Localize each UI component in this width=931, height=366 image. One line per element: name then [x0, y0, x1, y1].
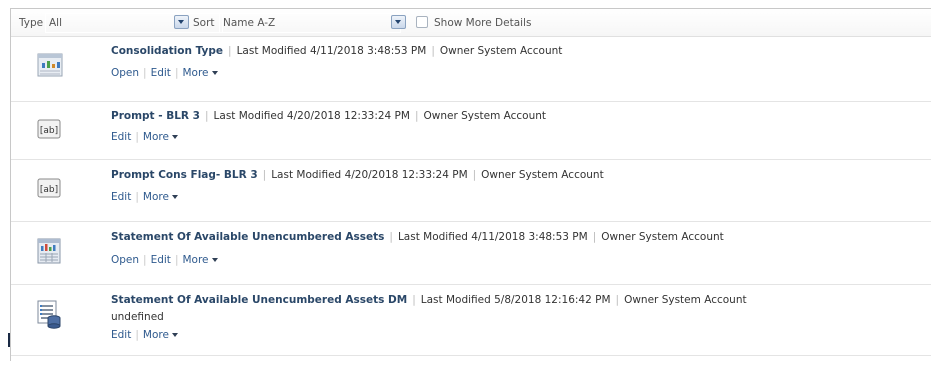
item-title[interactable]: Prompt - BLR 3: [111, 110, 200, 122]
open-link[interactable]: Open: [111, 254, 139, 266]
item-actions: Edit | More: [111, 131, 178, 143]
item-title[interactable]: Prompt Cons Flag- BLR 3: [111, 169, 258, 181]
list-item: [ab] Prompt Cons Flag- BLR 3 | Last Modifi…: [11, 160, 931, 222]
type-dropdown-chevron-icon[interactable]: [174, 15, 189, 29]
owner-value: System Account: [661, 294, 747, 306]
more-menu[interactable]: More: [182, 254, 218, 266]
more-label: More: [142, 329, 169, 341]
last-modified-label: Last Modified: [236, 45, 307, 57]
last-modified-value: 5/8/2018 12:16:42 PM: [494, 294, 611, 306]
show-more-details-checkbox[interactable]: [416, 16, 428, 28]
svg-text:[ab]: [ab]: [40, 185, 58, 195]
item-title[interactable]: Statement Of Available Unencumbered Asse…: [111, 231, 384, 243]
item-meta-line: Prompt - BLR 3 | Last Modified 4/20/2018 1…: [111, 110, 547, 122]
more-menu[interactable]: More: [143, 131, 178, 143]
list-item: Statement Of Available Unencumbered Asse…: [11, 285, 931, 356]
last-modified-value: 4/20/2018 12:33:24 PM: [344, 169, 468, 181]
item-meta-line: Consolidation Type | Last Modified 4/11/20…: [111, 45, 563, 57]
more-menu[interactable]: More: [143, 329, 178, 341]
data-model-icon: [37, 300, 61, 329]
report-grid-icon: [37, 53, 63, 77]
last-modified-label: Last Modified: [271, 169, 342, 181]
type-label: Type: [19, 17, 44, 29]
prompt-ab-icon: [ab]: [37, 119, 61, 139]
chevron-down-icon: [171, 135, 178, 139]
sort-label: Sort: [193, 17, 215, 29]
owner-label: Owner: [439, 45, 475, 57]
owner-value: System Account: [461, 110, 547, 122]
item-meta-line: Statement Of Available Unencumbered Asse…: [111, 294, 747, 306]
report-chart-icon: [37, 238, 61, 264]
item-actions: Open | Edit | More: [111, 67, 218, 79]
catalog-toolbar: Type All Sort Name A-Z Show More Details: [11, 9, 931, 37]
catalog-panel: Type All Sort Name A-Z Show More Details…: [10, 8, 931, 361]
item-description: undefined: [111, 311, 164, 323]
item-title[interactable]: Statement Of Available Unencumbered Asse…: [111, 294, 407, 306]
more-label: More: [182, 254, 209, 266]
last-modified-label: Last Modified: [397, 231, 468, 243]
chevron-down-icon: [171, 195, 178, 199]
last-modified-value: 4/20/2018 12:33:24 PM: [286, 110, 410, 122]
more-menu[interactable]: More: [182, 67, 218, 79]
item-actions: Edit | More: [111, 191, 178, 203]
item-meta-line: Prompt Cons Flag- BLR 3 | Last Modified 4/…: [111, 169, 604, 181]
chevron-down-icon: [211, 71, 218, 75]
sort-select[interactable]: Name A-Z: [219, 13, 401, 33]
list-item: Consolidation Type | Last Modified 4/11/20…: [11, 37, 931, 102]
edit-link[interactable]: Edit: [151, 254, 171, 266]
edit-link[interactable]: Edit: [111, 191, 131, 203]
chevron-down-icon: [171, 333, 178, 337]
more-menu[interactable]: More: [143, 191, 178, 203]
list-item: [ab] Prompt - BLR 3 | Last Modified 4/20/2…: [11, 102, 931, 160]
open-link[interactable]: Open: [111, 67, 139, 79]
last-modified-value: 4/11/2018 3:48:53 PM: [309, 45, 427, 57]
owner-label: Owner: [624, 294, 659, 306]
chevron-down-icon: [211, 258, 218, 262]
sort-dropdown-chevron-icon[interactable]: [391, 15, 406, 29]
owner-value: System Account: [638, 231, 724, 243]
edit-link[interactable]: Edit: [111, 131, 131, 143]
owner-label: Owner: [481, 169, 516, 181]
edit-link[interactable]: Edit: [151, 67, 171, 79]
last-modified-label: Last Modified: [213, 110, 284, 122]
sort-select-value: Name A-Z: [223, 17, 276, 29]
owner-value: System Account: [518, 169, 604, 181]
last-modified-label: Last Modified: [420, 294, 491, 306]
type-select-value: All: [49, 17, 63, 29]
item-title[interactable]: Consolidation Type: [111, 45, 223, 57]
list-item: Statement Of Available Unencumbered Asse…: [11, 222, 931, 285]
item-actions: Edit | More: [111, 329, 178, 341]
owner-label: Owner: [423, 110, 458, 122]
item-meta-line: Statement Of Available Unencumbered Asse…: [111, 231, 724, 243]
more-label: More: [142, 191, 169, 203]
owner-label: Owner: [601, 231, 636, 243]
last-modified-value: 4/11/2018 3:48:53 PM: [471, 231, 588, 243]
svg-text:[ab]: [ab]: [40, 126, 58, 136]
more-label: More: [182, 67, 209, 79]
edit-link[interactable]: Edit: [111, 329, 131, 341]
show-more-details-label[interactable]: Show More Details: [434, 17, 531, 29]
owner-value: System Account: [477, 45, 563, 57]
prompt-ab-icon: [ab]: [37, 178, 61, 198]
item-actions: Open | Edit | More: [111, 254, 218, 266]
more-label: More: [142, 131, 169, 143]
